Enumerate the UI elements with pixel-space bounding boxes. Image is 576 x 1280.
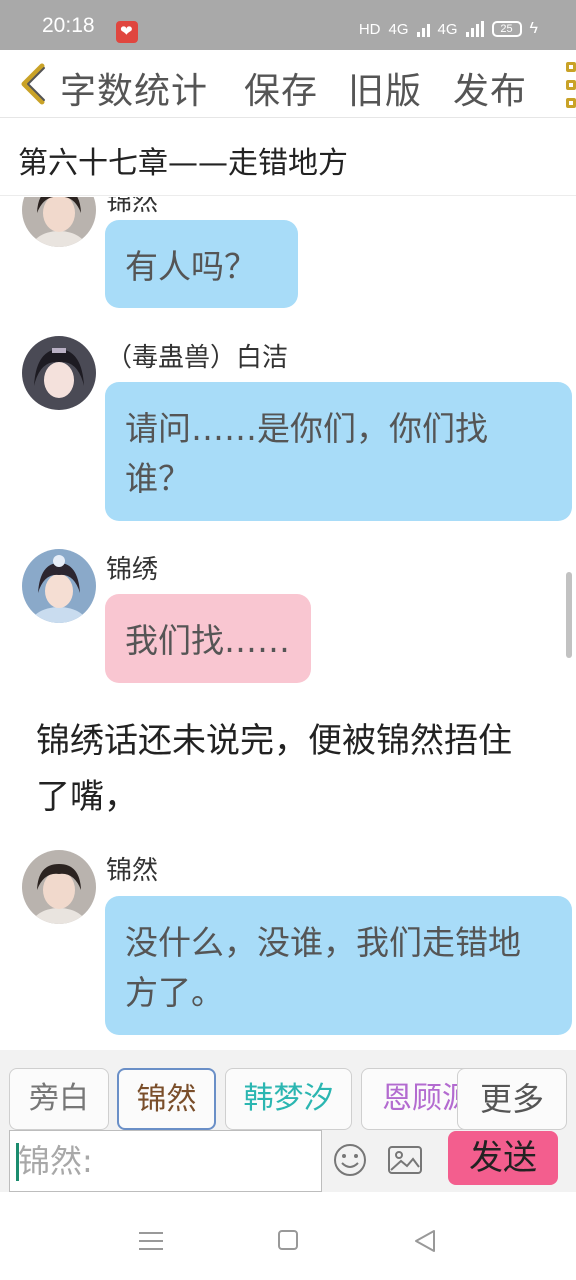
- signal-1-icon: [416, 21, 430, 37]
- message-bubble[interactable]: 请问……是你们，你们找谁？: [105, 382, 572, 521]
- scrollbar-thumb[interactable]: [566, 572, 572, 658]
- message-input-value: 锦然:: [18, 1142, 93, 1180]
- app-notification-icon: [116, 21, 138, 43]
- old-version-button[interactable]: 旧版: [348, 62, 422, 114]
- chevron-left-icon: [21, 63, 45, 105]
- speaker-name: （毒蛊兽）白洁: [106, 343, 289, 373]
- character-tab-hanmengxi[interactable]: 韩梦汐: [225, 1068, 352, 1130]
- message-bubble[interactable]: 没什么，没谁，我们走错地方了。: [105, 896, 572, 1035]
- avatar-baijie[interactable]: [22, 336, 96, 410]
- save-button[interactable]: 保存: [244, 62, 318, 114]
- system-nav-bar: [0, 1192, 576, 1280]
- menu-icon[interactable]: [139, 1232, 163, 1250]
- speaker-name: 锦然: [106, 197, 159, 217]
- message-bubble[interactable]: 我们找……: [105, 594, 311, 683]
- publish-button[interactable]: 发布: [453, 62, 527, 114]
- editor-toolbar: 字数统计 保存 旧版 发布: [0, 50, 576, 118]
- back-triangle-icon[interactable]: [412, 1228, 438, 1254]
- avatar-jinran[interactable]: [22, 197, 96, 247]
- message-input[interactable]: 锦然:: [9, 1130, 322, 1192]
- send-button[interactable]: 发送: [448, 1131, 558, 1185]
- character-tab-jinran[interactable]: 锦然: [117, 1068, 216, 1130]
- battery-icon: 25: [491, 21, 522, 37]
- home-icon[interactable]: [278, 1230, 298, 1250]
- narration-text[interactable]: 锦绣话还未说完，便被锦然捂住了嘴，: [36, 713, 526, 825]
- word-count-button[interactable]: 字数统计: [60, 62, 208, 114]
- signal-2-icon: [465, 21, 484, 37]
- text-caret: [16, 1143, 19, 1181]
- charging-icon: ϟ: [529, 20, 538, 37]
- status-time: 20:18: [42, 14, 95, 37]
- hd-indicator: HD: [358, 20, 381, 38]
- signal-2-label: 4G: [437, 20, 458, 38]
- character-tab-narrator[interactable]: 旁白: [9, 1068, 109, 1130]
- message-bubble[interactable]: 有人吗？: [105, 220, 298, 308]
- chapter-title-bar: 第六十七章——走错地方: [0, 118, 576, 196]
- chat-area[interactable]: 锦然 有人吗？ （毒蛊兽）白洁 请问……是你们，你们找谁？ 锦绣 我们找…… 锦…: [0, 197, 576, 1050]
- image-icon[interactable]: [386, 1142, 424, 1178]
- composer-panel: 旁白 锦然 韩梦汐 恩顾源 更多 锦然: 发送: [0, 1050, 576, 1192]
- grid-menu-icon[interactable]: [566, 62, 576, 108]
- character-tab-enguyuan[interactable]: 恩顾源: [361, 1068, 471, 1130]
- avatar-jinxiu[interactable]: [22, 549, 96, 623]
- more-characters-button[interactable]: 更多: [457, 1068, 567, 1130]
- back-button[interactable]: [14, 60, 54, 108]
- status-indicators: HD 4G 4G 25 ϟ: [359, 20, 538, 38]
- status-bar: 20:18 HD 4G 4G 25 ϟ: [0, 0, 576, 50]
- avatar-jinran[interactable]: [22, 850, 96, 924]
- signal-1-label: 4G: [388, 20, 409, 38]
- speaker-name: 锦然: [106, 856, 159, 886]
- chapter-title[interactable]: 第六十七章——走错地方: [18, 138, 348, 182]
- emoji-icon[interactable]: [332, 1142, 368, 1178]
- speaker-name: 锦绣: [106, 555, 159, 585]
